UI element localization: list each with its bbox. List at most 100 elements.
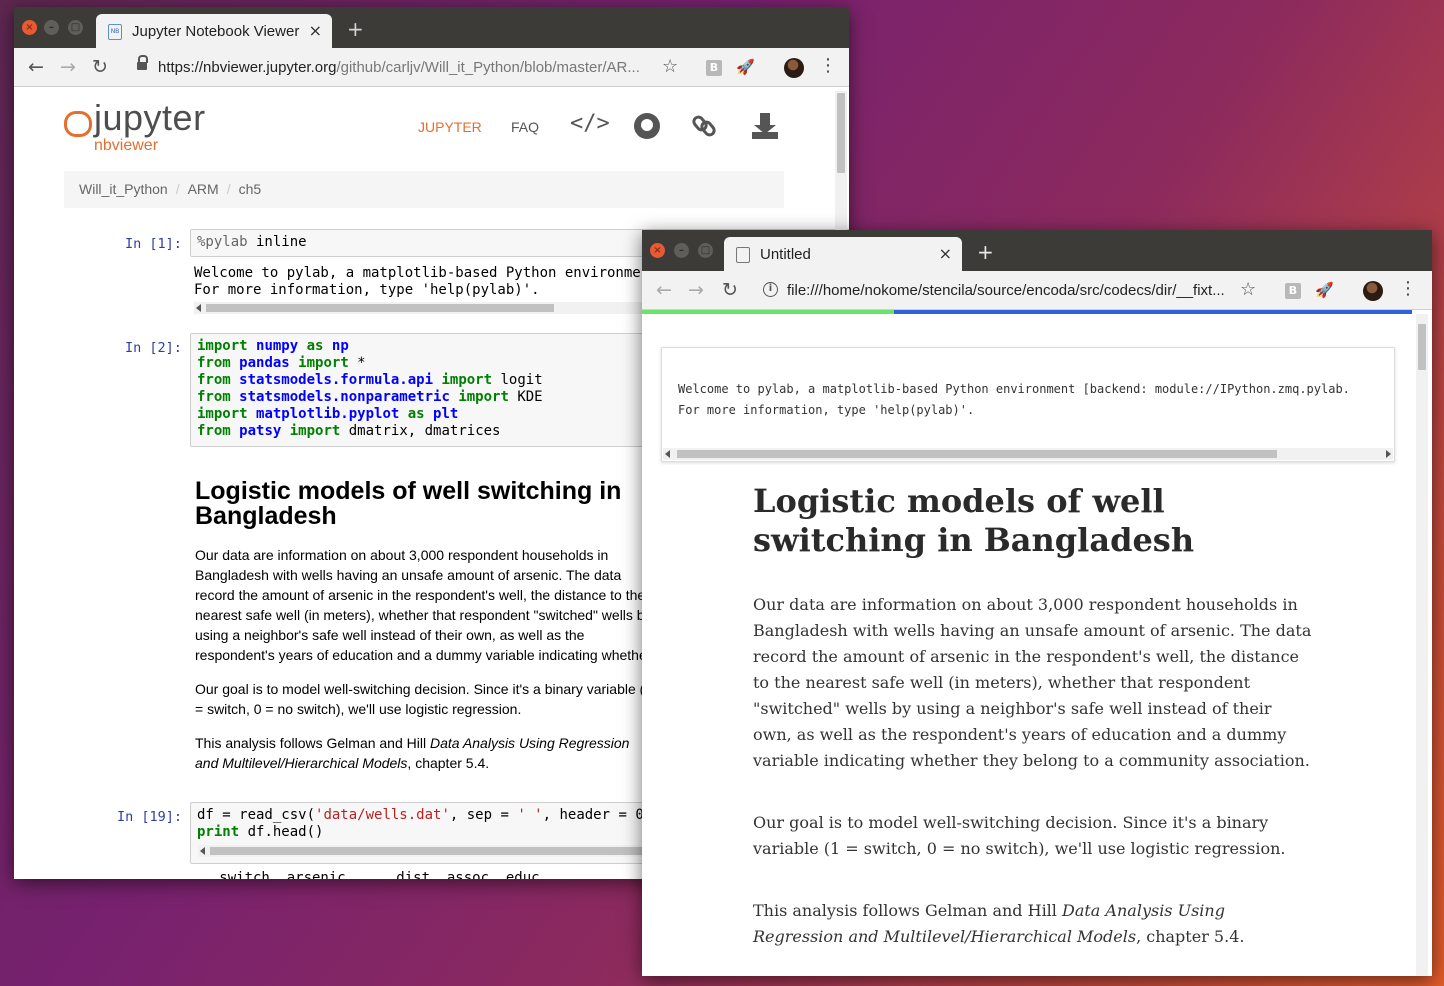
code-token: ' '	[517, 807, 543, 823]
forward-button[interactable]: →	[60, 56, 76, 78]
window-close-button[interactable]: ×	[22, 20, 37, 35]
back-button[interactable]: ←	[28, 56, 44, 78]
notebook-paragraph: Our data are information on about 3,000 …	[195, 547, 652, 663]
code-token: *	[348, 355, 366, 371]
article-paragraph: This analysis follows Gelman and Hill Da…	[753, 898, 1313, 950]
code-token: patsy	[239, 423, 282, 439]
input-prompt: In [2]:	[125, 340, 182, 356]
window-maximize-button[interactable]: □	[698, 243, 713, 258]
tab-close-icon[interactable]: ×	[309, 21, 322, 40]
code-token: pandas	[239, 355, 290, 371]
code-token: logit	[492, 372, 543, 388]
article-heading: Logistic models of well switching in Ban…	[753, 482, 1195, 559]
browser-toolbar: ← → ↻ https://nbviewer.jupyter.org/githu…	[14, 48, 849, 87]
notebook-paragraph: This analysis follows Gelman and Hill Da…	[195, 733, 655, 773]
input-prompt: In [1]:	[125, 236, 182, 252]
extension-b-icon[interactable]: B	[1285, 283, 1301, 299]
code-token: from	[197, 355, 231, 371]
info-icon[interactable]: i	[763, 282, 778, 297]
title-bar: × – □ Untitled × +	[642, 230, 1432, 271]
breadcrumb-item[interactable]: Will_it_Python	[79, 181, 168, 197]
window-minimize-button[interactable]: –	[674, 243, 689, 258]
nbviewer-subtitle: nbviewer	[94, 137, 159, 154]
breadcrumb-item[interactable]: ARM	[188, 181, 219, 197]
code-token: print	[197, 824, 240, 840]
output-text: Welcome to pylab, a matplotlib-based Pyt…	[678, 382, 1350, 417]
profile-avatar[interactable]	[1363, 281, 1383, 301]
window-close-button[interactable]: ×	[650, 243, 665, 258]
breadcrumb: Will_it_Python / ARM / ch5	[64, 171, 784, 208]
browser-menu-icon[interactable]: ⋮	[819, 55, 837, 76]
paragraph-text: , chapter 5.4.	[407, 755, 490, 771]
code-token: dmatrix, dmatrices	[340, 423, 501, 439]
extension-b-icon[interactable]: B	[706, 60, 722, 76]
output-horizontal-scrollbar[interactable]	[663, 448, 1393, 460]
browser-menu-icon[interactable]: ⋮	[1399, 278, 1417, 299]
breadcrumb-item[interactable]: ch5	[239, 181, 262, 197]
address-bar[interactable]: https://nbviewer.jupyter.org/github/carl…	[158, 54, 658, 81]
download-icon[interactable]	[752, 113, 778, 139]
code-token: 'data/wells.dat'	[315, 807, 450, 823]
code-token: inline	[247, 234, 307, 250]
window-minimize-button[interactable]: –	[44, 20, 59, 35]
window-maximize-button[interactable]: □	[68, 20, 83, 35]
new-tab-button[interactable]: +	[977, 240, 994, 264]
browser-tab[interactable]: NB Jupyter Notebook Viewer ×	[96, 14, 332, 48]
link-icon[interactable]	[689, 113, 719, 139]
page-load-progress	[642, 310, 894, 314]
code-token: statsmodels.nonparametric	[239, 389, 450, 405]
lock-icon[interactable]	[137, 55, 148, 72]
nav-jupyter-link[interactable]: JUPYTER	[418, 119, 482, 135]
paragraph-text: This analysis follows Gelman and Hill	[195, 735, 430, 751]
code-token: numpy	[256, 338, 299, 354]
reload-button[interactable]: ↻	[722, 279, 738, 301]
browser-toolbar: ← → ↻ i file:///home/nokome/stencila/sou…	[642, 271, 1432, 310]
code-token: statsmodels.formula.api	[239, 372, 434, 388]
tab-title: Jupyter Notebook Viewer	[132, 23, 300, 40]
bookmark-star-icon[interactable]: ☆	[1240, 279, 1256, 301]
input-prompt: In [19]:	[117, 809, 183, 825]
code-token: df.head()	[239, 824, 324, 840]
code-token: from	[197, 423, 231, 439]
url-path: /github/carljv/Will_it_Python/blob/maste…	[336, 59, 640, 76]
address-bar[interactable]: file:///home/nokome/stencila/source/enco…	[787, 277, 1227, 304]
code-token: from	[197, 389, 231, 405]
code-token: import	[298, 355, 349, 371]
article-paragraph: Our goal is to model well-switching deci…	[753, 813, 1286, 858]
code-token: matplotlib.pyplot	[256, 406, 400, 422]
forward-button[interactable]: →	[688, 279, 704, 301]
title-bar: × – □ NB Jupyter Notebook Viewer × +	[14, 7, 849, 48]
bookmark-star-icon[interactable]: ☆	[662, 56, 678, 78]
notebook-paragraph: Our goal is to model well-switching deci…	[195, 681, 653, 717]
back-button[interactable]: ←	[656, 279, 672, 301]
reload-button[interactable]: ↻	[92, 56, 108, 78]
code-token: %pylab	[197, 234, 248, 250]
nbviewer-favicon-icon: NB	[108, 24, 122, 40]
github-icon[interactable]	[634, 113, 660, 139]
tab-close-icon[interactable]: ×	[939, 244, 952, 263]
browser-tab[interactable]: Untitled ×	[724, 237, 962, 271]
code-token: import	[197, 406, 248, 422]
code-token: KDE	[508, 389, 543, 405]
extension-rocket-icon[interactable]: 🚀	[1315, 281, 1334, 299]
extension-rocket-icon[interactable]: 🚀	[736, 58, 755, 76]
view-source-code-icon[interactable]: </>	[570, 111, 610, 136]
paragraph-text: This analysis follows Gelman and Hill	[753, 901, 1062, 920]
new-tab-button[interactable]: +	[347, 17, 364, 41]
code-token: , header = 0	[542, 807, 644, 823]
code-token: , sep =	[449, 807, 518, 823]
page-vertical-scrollbar[interactable]	[1416, 314, 1428, 976]
code-token: import	[458, 389, 509, 405]
nav-faq-link[interactable]: FAQ	[511, 119, 539, 135]
profile-avatar[interactable]	[784, 58, 804, 78]
code-token: import	[289, 423, 341, 439]
